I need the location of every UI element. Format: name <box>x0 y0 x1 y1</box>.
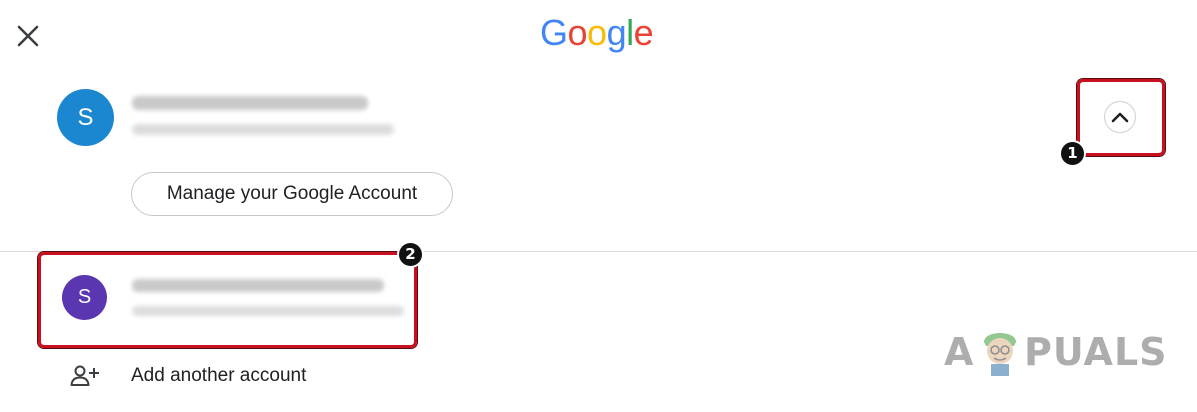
step-1-badge: 1 <box>1059 140 1086 167</box>
add-another-account-item[interactable]: Add another account <box>68 356 358 396</box>
primary-account-email-redacted <box>132 124 394 135</box>
highlight-expand-button <box>1077 79 1165 156</box>
logo-letter: o <box>567 12 588 53</box>
close-button[interactable] <box>10 18 46 54</box>
highlight-secondary-account <box>38 252 417 348</box>
step-2-badge: 2 <box>397 241 424 268</box>
logo-letter: o <box>587 12 607 53</box>
mascot-icon <box>984 333 1016 376</box>
watermark-text-left: A <box>944 330 975 374</box>
google-logo: Google <box>540 8 654 58</box>
close-icon <box>17 25 39 47</box>
appuals-watermark: A PUALS <box>944 322 1168 382</box>
logo-letter: G <box>540 12 568 53</box>
logo-letter: g <box>606 12 627 53</box>
primary-account-name-redacted <box>132 96 368 110</box>
add-another-account-label: Add another account <box>131 365 307 386</box>
watermark-text-right: PUALS <box>1024 330 1168 374</box>
primary-account-avatar[interactable]: S <box>57 89 114 146</box>
add-person-icon <box>70 365 99 386</box>
logo-letter: e <box>633 12 654 53</box>
account-switcher-dialog: Google S Manage your Google Account 1 S … <box>0 0 1197 412</box>
logo-letter: l <box>626 12 634 53</box>
manage-account-button[interactable]: Manage your Google Account <box>131 172 453 216</box>
